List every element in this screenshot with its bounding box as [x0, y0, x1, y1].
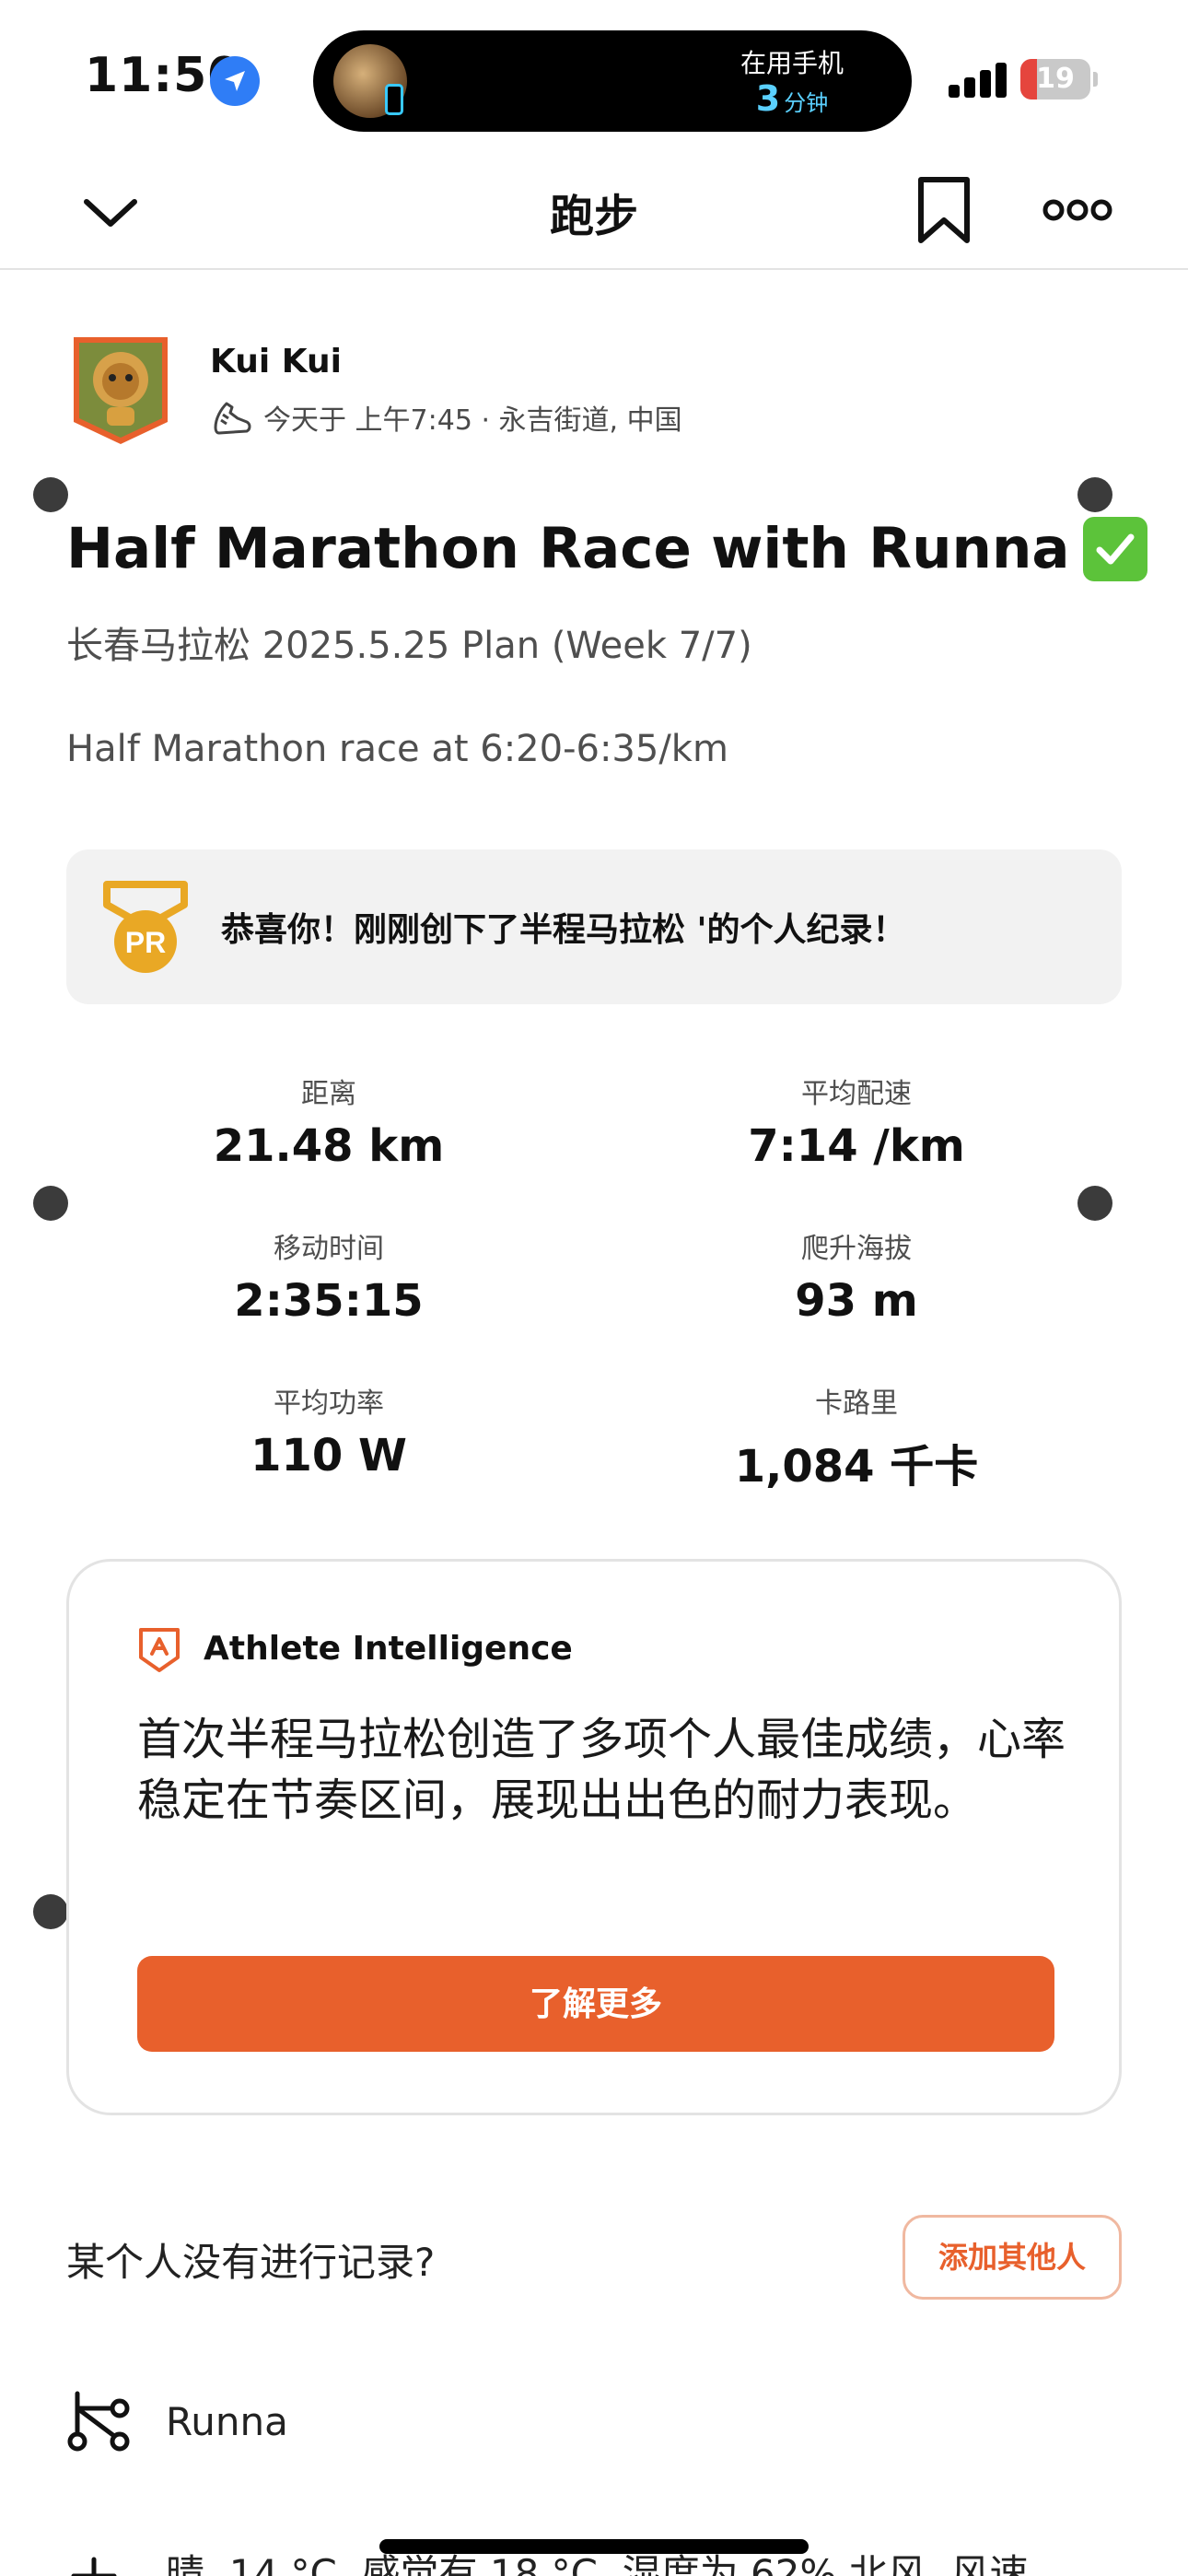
stat-value: 1,084 千卡	[734, 1441, 979, 1493]
island-label: 在用手机	[740, 48, 844, 78]
stat-distance: 距离 21.48 km	[99, 1071, 559, 1172]
island-minutes-unit: 分钟	[784, 90, 829, 116]
athlete-intelligence-summary: 首次半程马拉松创造了多项个人最佳成绩，心率稳定在节奏区间，展现出出色的耐力表现。	[137, 1714, 1066, 1826]
check-mark-icon	[1082, 516, 1147, 581]
island-minutes-value: 3	[755, 78, 781, 119]
activity-subtitle: 长春马拉松 2025.5.25 Plan (Week 7/7)	[66, 625, 752, 667]
stat-value: 7:14 /km	[748, 1120, 965, 1172]
activity-meta: 今天于 上午7:45 · 永吉街道, 中国	[210, 396, 682, 439]
navigation-bar: 跑步	[0, 152, 1188, 270]
athlete-intelligence-icon	[137, 1626, 181, 1674]
running-shoe-icon	[214, 402, 251, 435]
status-bar: 11:50 在用手机 3 分钟 19	[0, 0, 1188, 152]
stat-value: 93 m	[795, 1275, 918, 1327]
activity-meta-text: 今天于 上午7:45 · 永吉街道, 中国	[263, 404, 682, 437]
cellular-signal-icon	[949, 61, 1009, 98]
stat-label: 平均配速	[801, 1078, 912, 1110]
stat-value: 21.48 km	[213, 1120, 445, 1172]
activity-title: Half Marathon Race with Runna	[66, 516, 1147, 581]
bookmark-icon[interactable]	[915, 176, 973, 244]
battery-icon: 19	[1020, 59, 1098, 100]
stat-label: 距离	[301, 1078, 356, 1110]
activity-title-text: Half Marathon Race with Runna	[66, 516, 1070, 581]
stat-value: 110 W	[250, 1430, 407, 1481]
island-minutes: 3 分钟	[709, 78, 875, 119]
activity-description: Half Marathon race at 6:20-6:35/km	[66, 728, 728, 770]
page-title: 跑步	[549, 191, 638, 242]
learn-more-button[interactable]: 了解更多	[137, 1956, 1054, 2052]
stat-label: 卡路里	[815, 1388, 898, 1420]
home-indicator[interactable]	[379, 2539, 809, 2554]
stat-average-pace: 平均配速 7:14 /km	[626, 1071, 1087, 1172]
activity-detail-screen: 11:50 在用手机 3 分钟 19 跑步 Kui Kui 今天于 上午7:45…	[0, 0, 1188, 2576]
pr-badge-text: PR	[125, 926, 166, 959]
selection-handle[interactable]	[1077, 1186, 1112, 1221]
athlete-intelligence-card: Athlete Intelligence 首次半程马拉松创造了多项个人最佳成绩，…	[66, 1559, 1122, 2115]
stat-value: 2:35:15	[234, 1275, 424, 1327]
more-options-icon[interactable]	[1042, 194, 1112, 226]
selection-handle[interactable]	[33, 1894, 68, 1929]
stat-label: 平均功率	[274, 1388, 384, 1420]
phone-icon	[385, 84, 403, 115]
workout-route-icon	[66, 2388, 133, 2454]
weather-icon	[66, 2552, 122, 2576]
chevron-down-icon[interactable]	[81, 189, 140, 235]
dynamic-island[interactable]: 在用手机 3 分钟	[313, 30, 912, 132]
stat-average-power: 平均功率 110 W	[99, 1380, 559, 1481]
avatar[interactable]	[70, 334, 171, 446]
selection-handle[interactable]	[1077, 477, 1112, 512]
stat-elevation-gain: 爬升海拔 93 m	[626, 1225, 1087, 1327]
author-name[interactable]: Kui Kui	[210, 343, 342, 381]
athlete-intelligence-title: Athlete Intelligence	[204, 1630, 573, 1668]
pr-medal-icon: PR	[101, 881, 190, 975]
selection-handle[interactable]	[33, 1186, 68, 1221]
selection-handle[interactable]	[33, 477, 68, 512]
battery-percent: 19	[1036, 63, 1075, 95]
stat-label: 移动时间	[274, 1233, 384, 1265]
add-others-button[interactable]: 添加其他人	[903, 2215, 1122, 2300]
location-arrow-icon	[210, 56, 260, 106]
stat-moving-time: 移动时间 2:35:15	[99, 1225, 559, 1327]
stat-calories: 卡路里 1,084 千卡	[626, 1380, 1087, 1494]
workout-source-label[interactable]: Runna	[166, 2399, 288, 2444]
pr-text: 恭喜你！刚刚创下了半程马拉松 '的个人纪录！	[221, 911, 906, 949]
pr-banner[interactable]: PR 恭喜你！刚刚创下了半程马拉松 '的个人纪录！	[66, 849, 1122, 1004]
record-prompt-text: 某个人没有进行记录?	[66, 2240, 436, 2285]
stat-label: 爬升海拔	[801, 1233, 912, 1265]
